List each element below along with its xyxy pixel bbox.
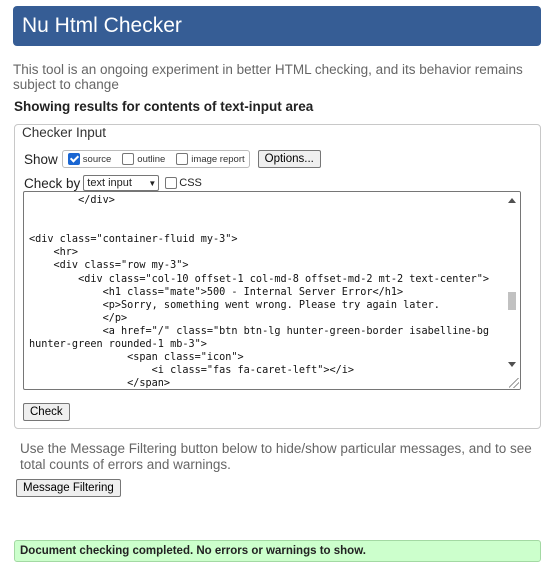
resize-grip-icon[interactable] (509, 378, 519, 388)
check-by-label: Check by (24, 175, 81, 191)
code-line: </span> (29, 378, 171, 390)
check-by-select[interactable]: text input ▼ (83, 175, 160, 191)
code-line: <div class="row my-3"> (29, 260, 189, 272)
checker-input-legend: Checker Input (20, 125, 109, 140)
code-line: <span class="icon"> (29, 352, 244, 364)
code-line: hunter-green rounded-1 mb-3"> (29, 339, 207, 351)
css-label: CSS (179, 177, 202, 189)
scroll-up-arrow-icon[interactable] (508, 198, 516, 203)
message-filtering-button[interactable]: Message Filtering (16, 479, 121, 497)
show-options-row: Show source outline image report Options… (24, 149, 321, 169)
code-line: <p>Sorry, something went wrong. Please t… (29, 299, 440, 311)
page-header: Nu Html Checker (13, 6, 541, 46)
css-option: CSS (165, 177, 202, 189)
image-report-checkbox[interactable] (176, 153, 189, 165)
code-line: <a href="/" class="btn btn-lg hunter-gre… (29, 325, 490, 337)
options-button[interactable]: Options... (257, 150, 321, 168)
code-line: </p> (29, 312, 128, 324)
code-line: </div> (29, 195, 115, 206)
status-message: Document checking completed. No errors o… (14, 540, 541, 562)
textarea-scrollbar[interactable] (504, 192, 520, 389)
check-by-row: Check by text input ▼ CSS (24, 174, 202, 192)
outline-checkbox[interactable] (122, 153, 135, 165)
check-button[interactable]: Check (23, 403, 70, 421)
source-text: </div> <div class="container-fluid my-3">… (29, 194, 503, 390)
show-options-group: source outline image report (61, 150, 250, 168)
results-heading: Showing results for contents of text-inp… (14, 99, 314, 114)
code-line: <h1 class="mate">500 - Internal Server E… (29, 286, 404, 298)
code-line: <hr> (29, 247, 79, 259)
page-title: Nu Html Checker (22, 14, 182, 37)
intro-text: This tool is an ongoing experiment in be… (13, 62, 523, 92)
chevron-down-icon: ▼ (148, 178, 157, 188)
css-checkbox[interactable] (165, 177, 178, 189)
scroll-down-arrow-icon[interactable] (508, 362, 516, 367)
source-label: source (82, 153, 112, 165)
source-textarea[interactable]: </div> <div class="container-fluid my-3">… (23, 191, 521, 390)
code-line: <div class="container-fluid my-3"> (29, 234, 238, 246)
outline-label: outline (137, 153, 166, 165)
code-line: <i class="fas fa-caret-left"></i> (29, 365, 355, 377)
check-by-value: text input (87, 177, 132, 189)
source-checkbox[interactable] (67, 153, 80, 165)
filter-description: Use the Message Filtering button below t… (20, 441, 532, 472)
show-label: Show (24, 151, 58, 167)
scrollbar-thumb[interactable] (508, 292, 516, 310)
code-line: <div class="col-10 offset-1 col-md-8 off… (29, 273, 490, 285)
image-report-label: image report (191, 153, 245, 165)
